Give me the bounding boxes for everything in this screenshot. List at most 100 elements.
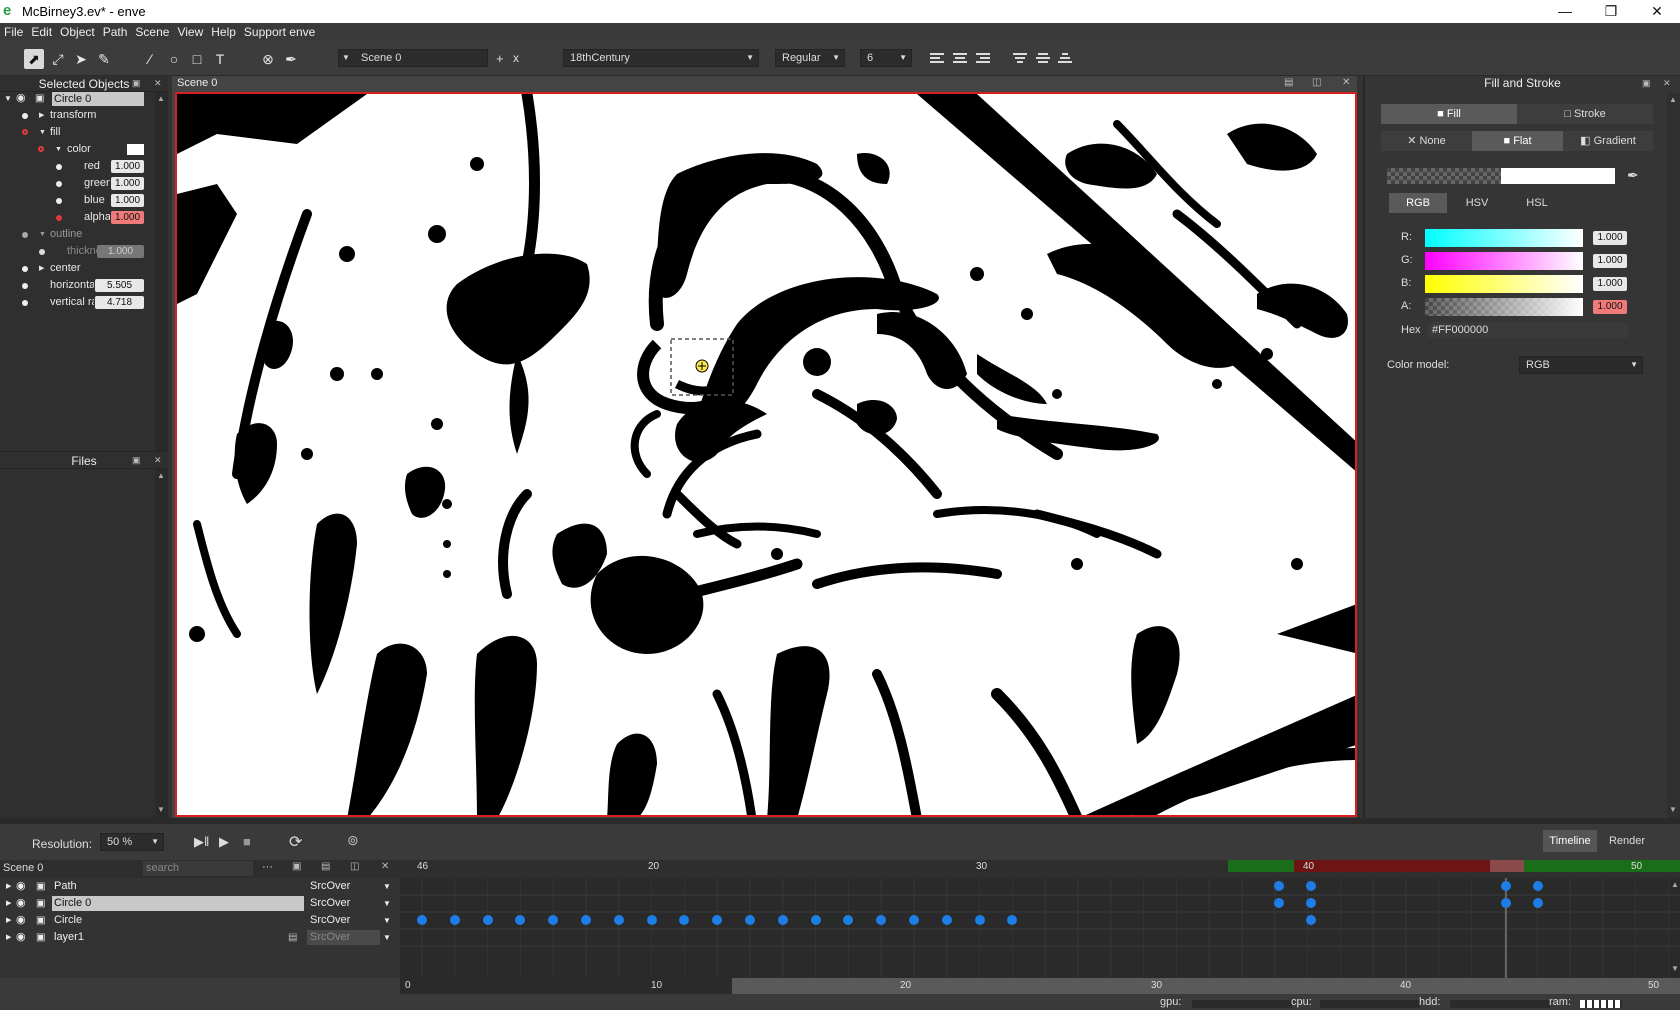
files-scrollbar[interactable]: ▲ ▼ [155, 469, 168, 818]
blend-mode-select[interactable]: SrcOver [310, 895, 390, 912]
menu-file[interactable]: File [0, 23, 27, 41]
lock-icon[interactable]: ▣ [35, 90, 44, 107]
alpha-value[interactable]: 1.000 [111, 211, 144, 224]
close-panel-icon[interactable]: ✕ [154, 78, 162, 89]
key-dot-icon[interactable] [22, 113, 28, 119]
fill-mode-none[interactable]: ✕ None [1381, 131, 1472, 151]
collapse-icon[interactable]: ▼ [39, 124, 46, 141]
key-dot-icon[interactable] [56, 198, 62, 204]
scroll-down-icon[interactable]: ▼ [1669, 805, 1677, 814]
timeline-tracks[interactable]: ▲ ▼ [400, 878, 1680, 978]
model-hsl[interactable]: HSL [1507, 193, 1567, 213]
scroll-up-icon[interactable]: ▲ [157, 471, 165, 480]
scene-combo[interactable]: ▼ Scene 0 [338, 49, 488, 67]
blend-mode-select[interactable]: SrcOver [310, 912, 390, 929]
key-dot-icon[interactable] [39, 249, 45, 255]
layer-row-circle0[interactable]: ▶ ◉ ▣ Circle 0 SrcOver ▼ [0, 895, 400, 912]
collapse-icon[interactable]: ▼ [39, 226, 46, 243]
prop-alpha[interactable]: alpha 1.000 [0, 209, 152, 226]
g-value[interactable]: 1.000 [1593, 254, 1627, 268]
keyframe[interactable] [810, 915, 821, 925]
prop-red[interactable]: red 1.000 [0, 158, 152, 175]
float-panel-icon[interactable]: ▣ [132, 78, 141, 89]
keyframe[interactable] [449, 915, 460, 925]
blend-mode-select[interactable]: SrcOver [307, 930, 380, 945]
brush-tool-icon[interactable]: ∕ [140, 49, 160, 69]
key-dot-icon[interactable] [22, 300, 28, 306]
chevron-down-icon[interactable]: ▼ [383, 878, 391, 895]
loop-icon[interactable]: ⟳ [289, 832, 302, 852]
close-timeline-icon[interactable]: ✕ [381, 861, 389, 872]
float-panel-icon[interactable]: ▣ [1642, 78, 1651, 89]
expand-icon[interactable]: ▶ [6, 929, 11, 946]
horizontal-radius-value[interactable]: 5.505 [95, 279, 144, 292]
fill-mode-gradient[interactable]: ◧ Gradient [1563, 131, 1653, 151]
null-object-tool-icon[interactable]: ⊗ [258, 49, 278, 69]
key-dot-icon[interactable] [22, 266, 28, 272]
menu-edit[interactable]: Edit [27, 23, 56, 41]
pick-path-tool-icon[interactable]: ➤ [71, 49, 91, 69]
keyframe[interactable] [941, 915, 952, 925]
layer-row-circle[interactable]: ▶ ◉ ▣ Circle SrcOver ▼ [0, 912, 400, 929]
float-panel-icon[interactable]: ▣ [132, 455, 141, 466]
a-value[interactable]: 1.000 [1593, 300, 1627, 314]
prop-horizontal-radius[interactable]: horizontal radius 5.505 [0, 277, 152, 294]
clip-icon[interactable]: ▤ [288, 929, 297, 946]
model-hsv[interactable]: HSV [1447, 193, 1507, 213]
minimize-button[interactable]: — [1542, 0, 1588, 23]
keyframe[interactable] [482, 915, 493, 925]
layer-row-path[interactable]: ▶ ◉ ▣ Path SrcOver ▼ [0, 878, 400, 895]
layer-name[interactable]: layer1 [54, 929, 84, 946]
frame-range-bar[interactable]: 0 10 20 30 40 50 [400, 978, 1680, 994]
scroll-up-icon[interactable]: ▲ [157, 94, 165, 103]
split-vertical-icon[interactable]: ◫ [350, 861, 359, 872]
expand-icon[interactable]: ▶ [39, 107, 44, 124]
hex-input[interactable]: #FF000000 [1428, 322, 1628, 338]
key-dot-icon[interactable] [38, 146, 44, 152]
vertical-radius-value[interactable]: 4.718 [95, 296, 144, 309]
align-center-icon[interactable] [953, 51, 967, 65]
dock-icon[interactable]: ▣ [292, 861, 301, 872]
keyframe[interactable] [1533, 881, 1543, 891]
visible-range-handle[interactable] [732, 978, 1680, 994]
collapse-icon[interactable]: ▼ [55, 141, 62, 158]
keyframe[interactable] [1501, 881, 1511, 891]
menu-support[interactable]: Support enve [240, 23, 319, 41]
stop-icon[interactable]: ■ [243, 834, 251, 849]
key-dot-icon[interactable] [22, 232, 28, 238]
prop-thickness[interactable]: thickness 1.000 [0, 243, 152, 260]
expand-icon[interactable]: ▶ [39, 260, 44, 277]
keyframe[interactable] [909, 915, 919, 925]
keyframe[interactable] [1274, 898, 1284, 908]
menu-path[interactable]: Path [99, 23, 132, 41]
keyframe[interactable] [646, 915, 657, 925]
visibility-eye-icon[interactable]: ◉ [16, 895, 26, 912]
collapse-icon[interactable]: ▼ [4, 90, 12, 107]
keyframe[interactable] [1501, 898, 1511, 908]
keyframe[interactable] [974, 915, 985, 925]
g-slider[interactable] [1425, 252, 1583, 270]
close-canvas-icon[interactable]: ✕ [1342, 77, 1350, 88]
lock-icon[interactable]: ▣ [36, 912, 45, 929]
prop-center[interactable]: ▶ center [0, 260, 152, 277]
color-model-select[interactable]: RGB ▼ [1519, 356, 1643, 374]
thickness-value[interactable]: 1.000 [97, 245, 144, 258]
keyframe[interactable] [1306, 915, 1316, 925]
lock-icon[interactable]: ▣ [36, 878, 45, 895]
eyedropper-icon[interactable]: ✒ [1627, 167, 1639, 184]
pencil-tool-icon[interactable]: ✎ [94, 49, 114, 69]
scroll-down-icon[interactable]: ▼ [1671, 964, 1679, 973]
align-left-icon[interactable] [930, 51, 944, 65]
current-frame-marker[interactable] [1490, 860, 1524, 872]
restore-button[interactable]: ❐ [1588, 0, 1634, 23]
right-scrollbar[interactable]: ▲ ▼ [1667, 93, 1680, 818]
keyframe[interactable] [777, 915, 788, 925]
b-value[interactable]: 1.000 [1593, 277, 1627, 291]
dock-splitter[interactable] [0, 818, 1680, 824]
visibility-eye-icon[interactable]: ◉ [16, 912, 26, 929]
red-value[interactable]: 1.000 [111, 160, 144, 173]
prop-transform[interactable]: ▶ transform [0, 107, 152, 124]
keyframe[interactable] [417, 915, 427, 925]
visibility-eye-icon[interactable]: ◉ [16, 878, 26, 895]
blue-value[interactable]: 1.000 [111, 194, 144, 207]
